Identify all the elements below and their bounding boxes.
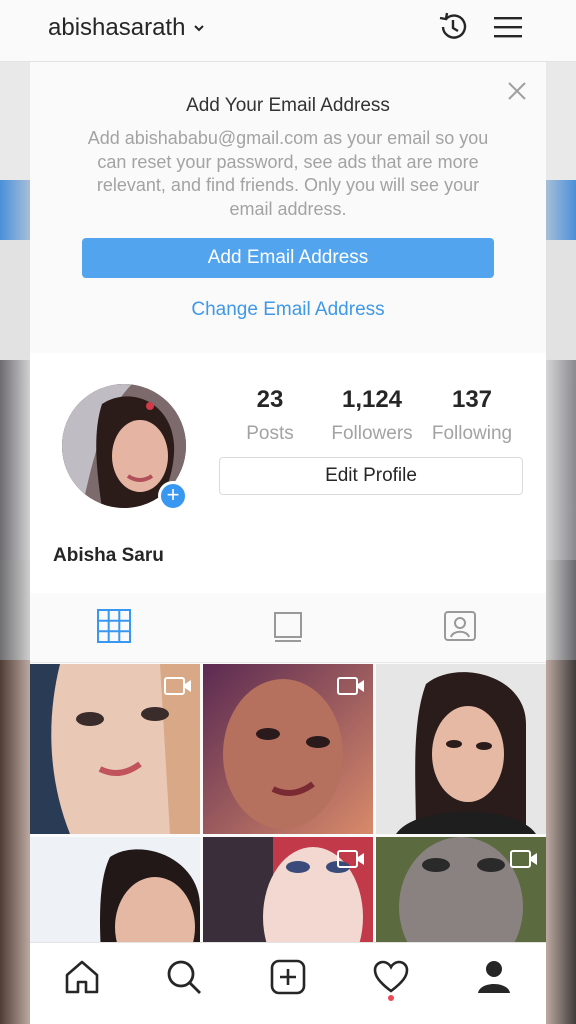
post-thumbnail[interactable] — [203, 664, 373, 834]
video-icon — [337, 677, 364, 695]
edit-profile-button[interactable]: Edit Profile — [219, 457, 523, 495]
post-thumbnail[interactable] — [30, 664, 200, 834]
top-bar: abishasarath — [0, 0, 576, 62]
following-count: 137 — [451, 386, 493, 413]
archive-history-icon[interactable] — [436, 10, 470, 44]
new-post-icon[interactable] — [268, 957, 308, 997]
posts-label: Posts — [246, 423, 294, 444]
email-prompt-description: Add abishababu@gmail.com as your email s… — [87, 128, 489, 219]
grid-icon[interactable] — [96, 608, 132, 644]
posts-stat[interactable]: 23 Posts — [242, 386, 298, 445]
add-story-plus-icon[interactable]: + — [158, 481, 188, 511]
email-prompt-title: Add Your Email Address — [186, 95, 390, 116]
profile-icon[interactable] — [474, 957, 514, 997]
post-thumbnail[interactable] — [376, 664, 546, 834]
activity-icon[interactable] — [371, 957, 411, 997]
search-icon[interactable] — [164, 957, 204, 997]
post-thumbnail[interactable] — [203, 837, 373, 942]
profile-full-name: Abisha Saru — [53, 545, 164, 566]
followers-stat[interactable]: 1,124 Followers — [324, 386, 420, 445]
tagged-icon[interactable] — [442, 608, 478, 644]
feed-icon[interactable] — [270, 608, 306, 644]
email-prompt-card: Add Your Email Address Add abishababu@gm… — [30, 62, 546, 350]
chevron-down-icon — [194, 25, 205, 32]
profile-tabs — [30, 593, 546, 663]
followers-count: 1,124 — [341, 386, 403, 413]
posts-count: 23 — [256, 386, 284, 413]
notification-dot — [388, 995, 394, 1001]
video-icon — [510, 850, 537, 868]
following-label: Following — [431, 423, 513, 444]
account-switcher[interactable]: abishasarath — [48, 14, 205, 42]
post-thumbnail[interactable] — [30, 837, 200, 942]
following-stat[interactable]: 137 Following — [428, 386, 516, 445]
username-label: abishasarath — [48, 14, 186, 41]
post-thumbnail[interactable] — [376, 837, 546, 942]
post-grid — [30, 664, 546, 942]
add-email-button[interactable]: Add Email Address — [82, 238, 494, 278]
home-icon[interactable] — [62, 957, 102, 997]
menu-icon[interactable] — [491, 10, 525, 44]
change-email-link[interactable]: Change Email Address — [30, 299, 546, 321]
video-icon — [164, 677, 191, 695]
followers-label: Followers — [331, 423, 413, 444]
bottom-navigation — [30, 942, 546, 1024]
profile-header: + 23 Posts 1,124 Followers 137 Following… — [30, 353, 546, 593]
video-icon — [337, 850, 364, 868]
